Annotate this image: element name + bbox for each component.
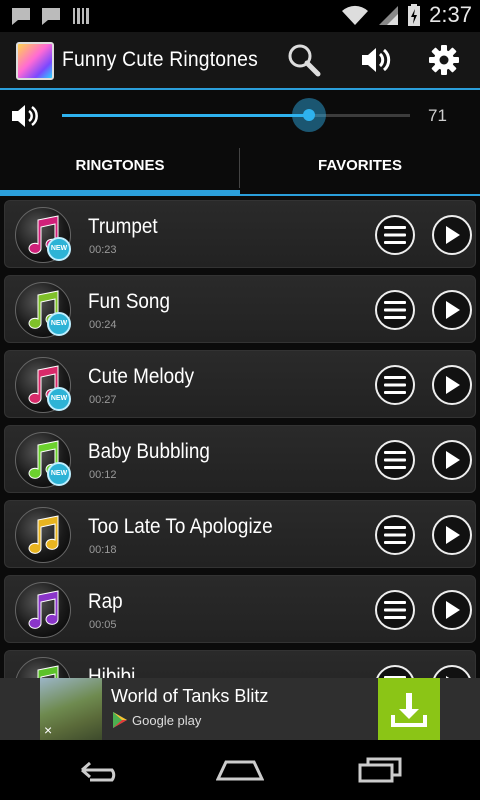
notification-message-icon: [42, 8, 60, 25]
ringtone-item[interactable]: Rap 00:05: [4, 575, 476, 643]
notification-chat-icon: [12, 8, 30, 25]
ringtone-play-button[interactable]: [432, 515, 472, 555]
ringtone-duration: 00:18: [89, 544, 117, 556]
ringtone-disc: [15, 582, 71, 638]
ringtone-item[interactable]: NEW Baby Bubbling 00:12: [4, 425, 476, 493]
play-icon: [446, 376, 460, 394]
play-icon: [446, 601, 460, 619]
ringtone-title: Trumpet: [88, 215, 158, 238]
play-icon: [446, 526, 460, 544]
tab-bar: RINGTONES FAVORITES: [0, 144, 480, 196]
ringtone-play-button[interactable]: [432, 215, 472, 255]
clock: 2:37: [429, 2, 472, 27]
search-button[interactable]: [286, 42, 322, 78]
play-icon: [446, 451, 460, 469]
ringtone-title: Too Late To Apologize: [88, 515, 273, 538]
menu-icon: [384, 301, 406, 319]
play-icon: [446, 226, 460, 244]
navigation-bar: [0, 740, 480, 800]
ringtone-menu-button[interactable]: [375, 665, 415, 678]
ringtone-disc: [15, 657, 71, 678]
ringtone-menu-button[interactable]: [375, 290, 415, 330]
ringtone-item[interactable]: NEW Cute Melody 00:27: [4, 350, 476, 418]
ad-close-button[interactable]: ×: [44, 722, 52, 738]
tab-favorites[interactable]: FAVORITES: [240, 144, 480, 196]
ringtone-duration: 00:05: [89, 619, 117, 631]
menu-icon: [384, 526, 406, 544]
ringtone-title: Baby Bubbling: [88, 440, 210, 463]
ringtone-title: Fun Song: [88, 290, 170, 313]
wifi-icon: [342, 5, 369, 26]
notification-barcode-icon: [73, 8, 89, 24]
ringtone-play-button[interactable]: [432, 290, 472, 330]
music-note-icon: [37, 665, 59, 678]
settings-button[interactable]: [426, 42, 462, 78]
recents-icon: [358, 757, 402, 783]
volume-slider[interactable]: [62, 98, 410, 132]
menu-icon: [384, 376, 406, 394]
play-icon: [446, 301, 460, 319]
back-button[interactable]: [76, 754, 124, 786]
new-badge: NEW: [47, 237, 71, 261]
ringtone-duration: 00:23: [89, 244, 117, 256]
ringtone-menu-button[interactable]: [375, 365, 415, 405]
speaker-icon: [362, 48, 391, 72]
status-bar: 2:37: [0, 0, 480, 32]
ringtone-play-button[interactable]: [432, 590, 472, 630]
home-button[interactable]: [216, 754, 264, 786]
ringtone-play-button[interactable]: [432, 665, 472, 678]
new-badge: NEW: [47, 462, 71, 486]
ad-download-button[interactable]: [378, 678, 440, 740]
volume-button[interactable]: [358, 42, 394, 78]
ad-title[interactable]: World of Tanks Blitz: [111, 686, 268, 707]
signal-icon: [379, 6, 399, 25]
ringtone-menu-button[interactable]: [375, 440, 415, 480]
volume-slider-thumb[interactable]: [292, 98, 327, 132]
ringtone-item[interactable]: NEW Trumpet 00:23: [4, 200, 476, 268]
new-badge: NEW: [47, 387, 71, 411]
volume-slider-fill: [62, 114, 310, 117]
home-icon: [216, 760, 264, 781]
music-note-icon: [28, 515, 59, 554]
ringtone-menu-button[interactable]: [375, 515, 415, 555]
gear-icon: [429, 45, 459, 75]
ringtone-title: Cute Melody: [88, 365, 195, 388]
tab-ringtones[interactable]: RINGTONES: [0, 144, 240, 196]
ad-store-badge: Google play: [112, 711, 201, 729]
ringtone-title: Hibibi: [88, 665, 136, 678]
menu-icon: [384, 226, 406, 244]
action-bar: Funny Cute Ringtones: [0, 32, 480, 88]
ringtone-disc: [15, 507, 71, 563]
back-icon: [81, 761, 116, 782]
ringtone-list[interactable]: NEW Trumpet 00:23 NEW Fun Song 00:24 NEW Cute M…: [0, 196, 480, 678]
ad-banner[interactable]: × World of Tanks Blitz Google play: [0, 678, 480, 740]
ringtone-item[interactable]: NEW Fun Song 00:24: [4, 275, 476, 343]
menu-icon: [384, 451, 406, 469]
music-note-icon: [28, 590, 59, 629]
battery-charging-icon: [408, 4, 421, 26]
volume-value: 71: [428, 106, 447, 125]
ringtone-play-button[interactable]: [432, 440, 472, 480]
ringtone-menu-button[interactable]: [375, 590, 415, 630]
download-icon: [391, 693, 427, 727]
ringtone-title: Rap: [88, 590, 123, 613]
volume-row: 71: [0, 88, 480, 144]
recents-button[interactable]: [356, 754, 404, 786]
ringtone-item[interactable]: Too Late To Apologize 00:18: [4, 500, 476, 568]
new-badge: NEW: [47, 312, 71, 336]
ringtone-duration: 00:12: [89, 469, 117, 481]
google-play-icon: [113, 712, 127, 728]
ringtone-duration: 00:27: [89, 394, 117, 406]
app-title: Funny Cute Ringtones: [62, 48, 258, 71]
volume-icon: [12, 105, 38, 127]
search-icon: [288, 44, 321, 77]
ringtone-menu-button[interactable]: [375, 215, 415, 255]
ringtone-play-button[interactable]: [432, 365, 472, 405]
ringtone-duration: 00:24: [89, 319, 117, 331]
menu-icon: [384, 601, 406, 619]
ad-store-label: Google play: [132, 712, 202, 728]
app-icon: [16, 42, 54, 80]
ringtone-item[interactable]: Hibibi: [4, 650, 476, 678]
